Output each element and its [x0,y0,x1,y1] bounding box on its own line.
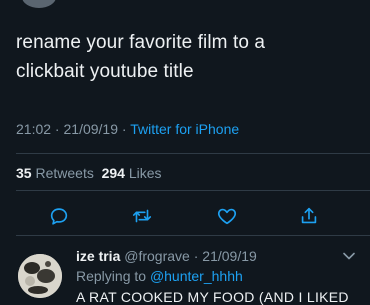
likes-label: Likes [128,165,162,181]
reply-display-name[interactable]: ize tria [76,248,120,264]
reply-text: A RAT COOKED MY FOOD (AND I LIKED [76,289,349,305]
divider [16,235,370,236]
tweet-text: rename your favorite film to a clickbait… [16,28,346,86]
tweet-detail-screen: rename your favorite film to a clickbait… [0,0,370,305]
retweets-stat[interactable]: 35 Retweets [16,165,94,181]
reply-date: 21/09/19 [202,248,257,264]
heart-icon [217,208,237,225]
reply-button[interactable] [46,203,72,229]
likes-count: 294 [101,165,125,181]
chevron-down-icon[interactable] [342,251,356,261]
tweet-text-line-2: clickbait youtube title [16,61,194,82]
avatar-image [18,254,62,298]
tweet-stats: 35 Retweets 294 Likes [16,165,162,181]
replying-to-line: Replying to @hunter_hhhh [76,268,243,284]
share-icon [301,207,317,224]
tweet-text-line-1: rename your favorite film to a [16,32,266,53]
retweets-label: Retweets [35,165,94,181]
author-avatar[interactable] [22,0,56,8]
tweet-source-link[interactable]: Twitter for iPhone [130,121,239,137]
replying-to-label: Replying to [76,268,150,284]
divider [16,153,370,154]
like-button[interactable] [214,203,240,229]
replying-to-handle-link[interactable]: @hunter_hhhh [150,268,243,284]
meta-separator: · [118,121,131,137]
meta-separator: · [51,121,64,137]
share-button[interactable] [296,203,322,229]
reply-handle[interactable]: @frograve [124,248,190,264]
reply-separator: · [189,248,203,264]
tweet-time: 21:02 [16,121,52,137]
reply-author-avatar[interactable] [18,254,62,298]
retweet-icon [132,209,152,223]
reply-header: ize tria @frograve · 21/09/19 [76,248,257,264]
retweet-button[interactable] [129,203,155,229]
retweets-count: 35 [16,165,32,181]
comment-icon [50,208,68,225]
likes-stat[interactable]: 294 Likes [102,165,162,181]
tweet-action-bar [0,203,370,229]
tweet-meta: 21:02 · 21/09/19 · Twitter for iPhone [16,121,239,137]
divider [16,190,370,191]
tweet-date: 21/09/19 [63,121,119,137]
